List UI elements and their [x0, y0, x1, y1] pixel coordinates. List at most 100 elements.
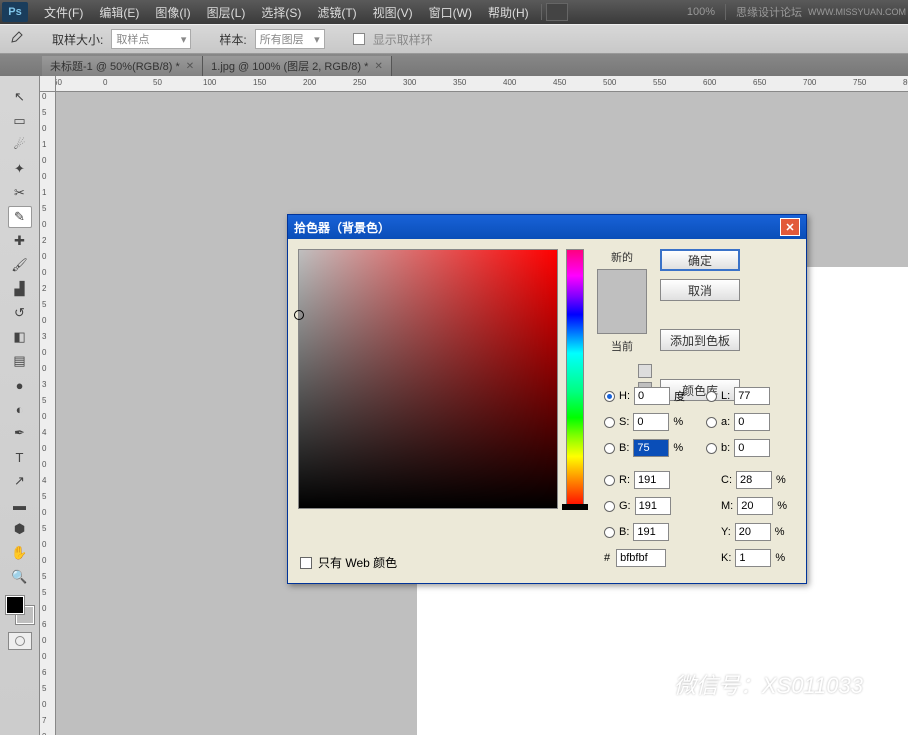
move-tool-icon[interactable]: ↖ — [8, 86, 32, 108]
close-icon[interactable]: ✕ — [374, 61, 382, 72]
g-input[interactable] — [635, 497, 671, 515]
wechat-icon — [636, 671, 666, 697]
color-picker-dialog: 拾色器（背景色） ✕ 新的 当前 确定 取消 添加到 — [287, 214, 807, 584]
a-radio[interactable] — [706, 417, 717, 428]
hand-tool-icon[interactable]: ✋ — [8, 542, 32, 564]
menu-filter[interactable]: 滤镜(T) — [309, 4, 364, 21]
sample-select[interactable]: 所有图层▾ — [255, 29, 325, 49]
new-color-label: 新的 — [611, 249, 633, 265]
zoom-level: 100% — [687, 6, 715, 18]
eraser-tool-icon[interactable]: ◧ — [8, 326, 32, 348]
g-radio[interactable] — [604, 501, 615, 512]
horizontal-ruler: 6005010015020025030035040045050055060065… — [56, 76, 908, 92]
stamp-tool-icon[interactable]: ▟ — [8, 278, 32, 300]
pen-tool-icon[interactable]: ✒ — [8, 422, 32, 444]
show-ring-checkbox[interactable] — [353, 33, 365, 45]
k-input[interactable] — [735, 549, 771, 567]
color-preview — [597, 269, 647, 334]
bv-input[interactable] — [633, 439, 669, 457]
new-color-swatch — [598, 270, 646, 302]
b2-input[interactable] — [734, 439, 770, 457]
dialog-titlebar[interactable]: 拾色器（背景色） ✕ — [288, 215, 806, 239]
extra-url: WWW.MISSYUAN.COM — [808, 7, 906, 17]
doc-tab-1[interactable]: 未标题-1 @ 50%(RGB/8) *✕ — [42, 56, 203, 76]
b-input[interactable] — [633, 523, 669, 541]
ok-button[interactable]: 确定 — [660, 249, 740, 271]
h-radio[interactable] — [604, 391, 615, 402]
hue-cursor-icon — [562, 504, 588, 510]
cancel-button[interactable]: 取消 — [660, 279, 740, 301]
hue-slider[interactable] — [566, 249, 584, 509]
lab-cmyk-fields: L: a: b: C: % M: % Y: % K: % — [706, 383, 787, 571]
hex-input[interactable] — [616, 549, 666, 567]
web-only-row: 只有 Web 颜色 — [300, 554, 397, 571]
c-input[interactable] — [736, 471, 772, 489]
dodge-tool-icon[interactable]: ◐ — [8, 398, 32, 420]
cube-icon[interactable] — [638, 364, 652, 378]
doc-tab-2[interactable]: 1.jpg @ 100% (图层 2, RGB/8) *✕ — [203, 56, 392, 76]
bv-radio[interactable] — [604, 443, 615, 454]
ruler-corner — [40, 76, 56, 92]
color-field[interactable] — [298, 249, 558, 509]
h-input[interactable] — [634, 387, 670, 405]
b-radio[interactable] — [604, 527, 615, 538]
r-input[interactable] — [634, 471, 670, 489]
add-swatch-button[interactable]: 添加到色板 — [660, 329, 740, 351]
current-color-swatch[interactable] — [598, 302, 646, 333]
wand-tool-icon[interactable]: ✦ — [8, 158, 32, 180]
l-radio[interactable] — [706, 391, 717, 402]
web-only-checkbox[interactable] — [300, 557, 312, 569]
menu-image[interactable]: 图像(I) — [147, 4, 198, 21]
blur-tool-icon[interactable]: ● — [8, 374, 32, 396]
vertical-ruler: 0501001502002503003504004505005506006507… — [40, 92, 56, 735]
web-only-label: 只有 Web 颜色 — [318, 554, 397, 571]
heal-tool-icon[interactable]: ✚ — [8, 230, 32, 252]
r-radio[interactable] — [604, 475, 615, 486]
color-swatches[interactable] — [6, 596, 34, 624]
zoom-tool-icon[interactable]: 🔍 — [8, 566, 32, 588]
history-brush-icon[interactable]: ↺ — [8, 302, 32, 324]
document-tabbar: 未标题-1 @ 50%(RGB/8) *✕ 1.jpg @ 100% (图层 2… — [0, 54, 908, 76]
toolbox: ↖ ▭ ☄ ✦ ✂ ✎ ✚ 🖌 ▟ ↺ ◧ ▤ ● ◐ ✒ T ↗ ▬ ⬢ ✋ … — [0, 76, 40, 735]
crop-tool-icon[interactable]: ✂ — [8, 182, 32, 204]
l-input[interactable] — [734, 387, 770, 405]
menu-select[interactable]: 选择(S) — [253, 4, 309, 21]
close-button[interactable]: ✕ — [780, 218, 800, 236]
extra-label: 思缘设计论坛 — [736, 4, 802, 20]
foreground-color-swatch[interactable] — [6, 596, 24, 614]
s-input[interactable] — [633, 413, 669, 431]
gradient-tool-icon[interactable]: ▤ — [8, 350, 32, 372]
sample-size-label: 取样大小: — [52, 31, 103, 48]
m-input[interactable] — [737, 497, 773, 515]
a-input[interactable] — [734, 413, 770, 431]
current-color-label: 当前 — [611, 338, 633, 354]
3d-tool-icon[interactable]: ⬢ — [8, 518, 32, 540]
menu-file[interactable]: 文件(F) — [36, 4, 91, 21]
menu-help[interactable]: 帮助(H) — [480, 4, 537, 21]
eyedropper-tool-icon[interactable]: ✎ — [8, 206, 32, 228]
eyedropper-icon — [8, 31, 24, 47]
quick-mask-icon[interactable] — [8, 632, 32, 650]
b2-radio[interactable] — [706, 443, 717, 454]
color-cursor-icon — [294, 310, 304, 320]
menu-window[interactable]: 窗口(W) — [421, 4, 480, 21]
menu-view[interactable]: 视图(V) — [365, 4, 421, 21]
y-input[interactable] — [735, 523, 771, 541]
path-tool-icon[interactable]: ↗ — [8, 470, 32, 492]
s-radio[interactable] — [604, 417, 615, 428]
menu-edit[interactable]: 编辑(E) — [91, 4, 147, 21]
workspace-dropdown-icon[interactable] — [546, 3, 568, 21]
type-tool-icon[interactable]: T — [8, 446, 32, 468]
options-bar: 取样大小: 取样点▾ 样本: 所有图层▾ 显示取样环 — [0, 24, 908, 54]
shape-tool-icon[interactable]: ▬ — [8, 494, 32, 516]
menu-layer[interactable]: 图层(L) — [199, 4, 254, 21]
main-menubar: Ps 文件(F) 编辑(E) 图像(I) 图层(L) 选择(S) 滤镜(T) 视… — [0, 0, 908, 24]
hsb-rgb-fields: H: 度 S: % B: % R: G: B: # — [604, 383, 685, 567]
sample-label: 样本: — [219, 31, 246, 48]
watermark: 微信号：XS011033 — [636, 668, 863, 700]
marquee-tool-icon[interactable]: ▭ — [8, 110, 32, 132]
sample-size-select[interactable]: 取样点▾ — [111, 29, 191, 49]
brush-tool-icon[interactable]: 🖌 — [8, 254, 32, 276]
lasso-tool-icon[interactable]: ☄ — [8, 134, 32, 156]
close-icon[interactable]: ✕ — [186, 61, 194, 72]
